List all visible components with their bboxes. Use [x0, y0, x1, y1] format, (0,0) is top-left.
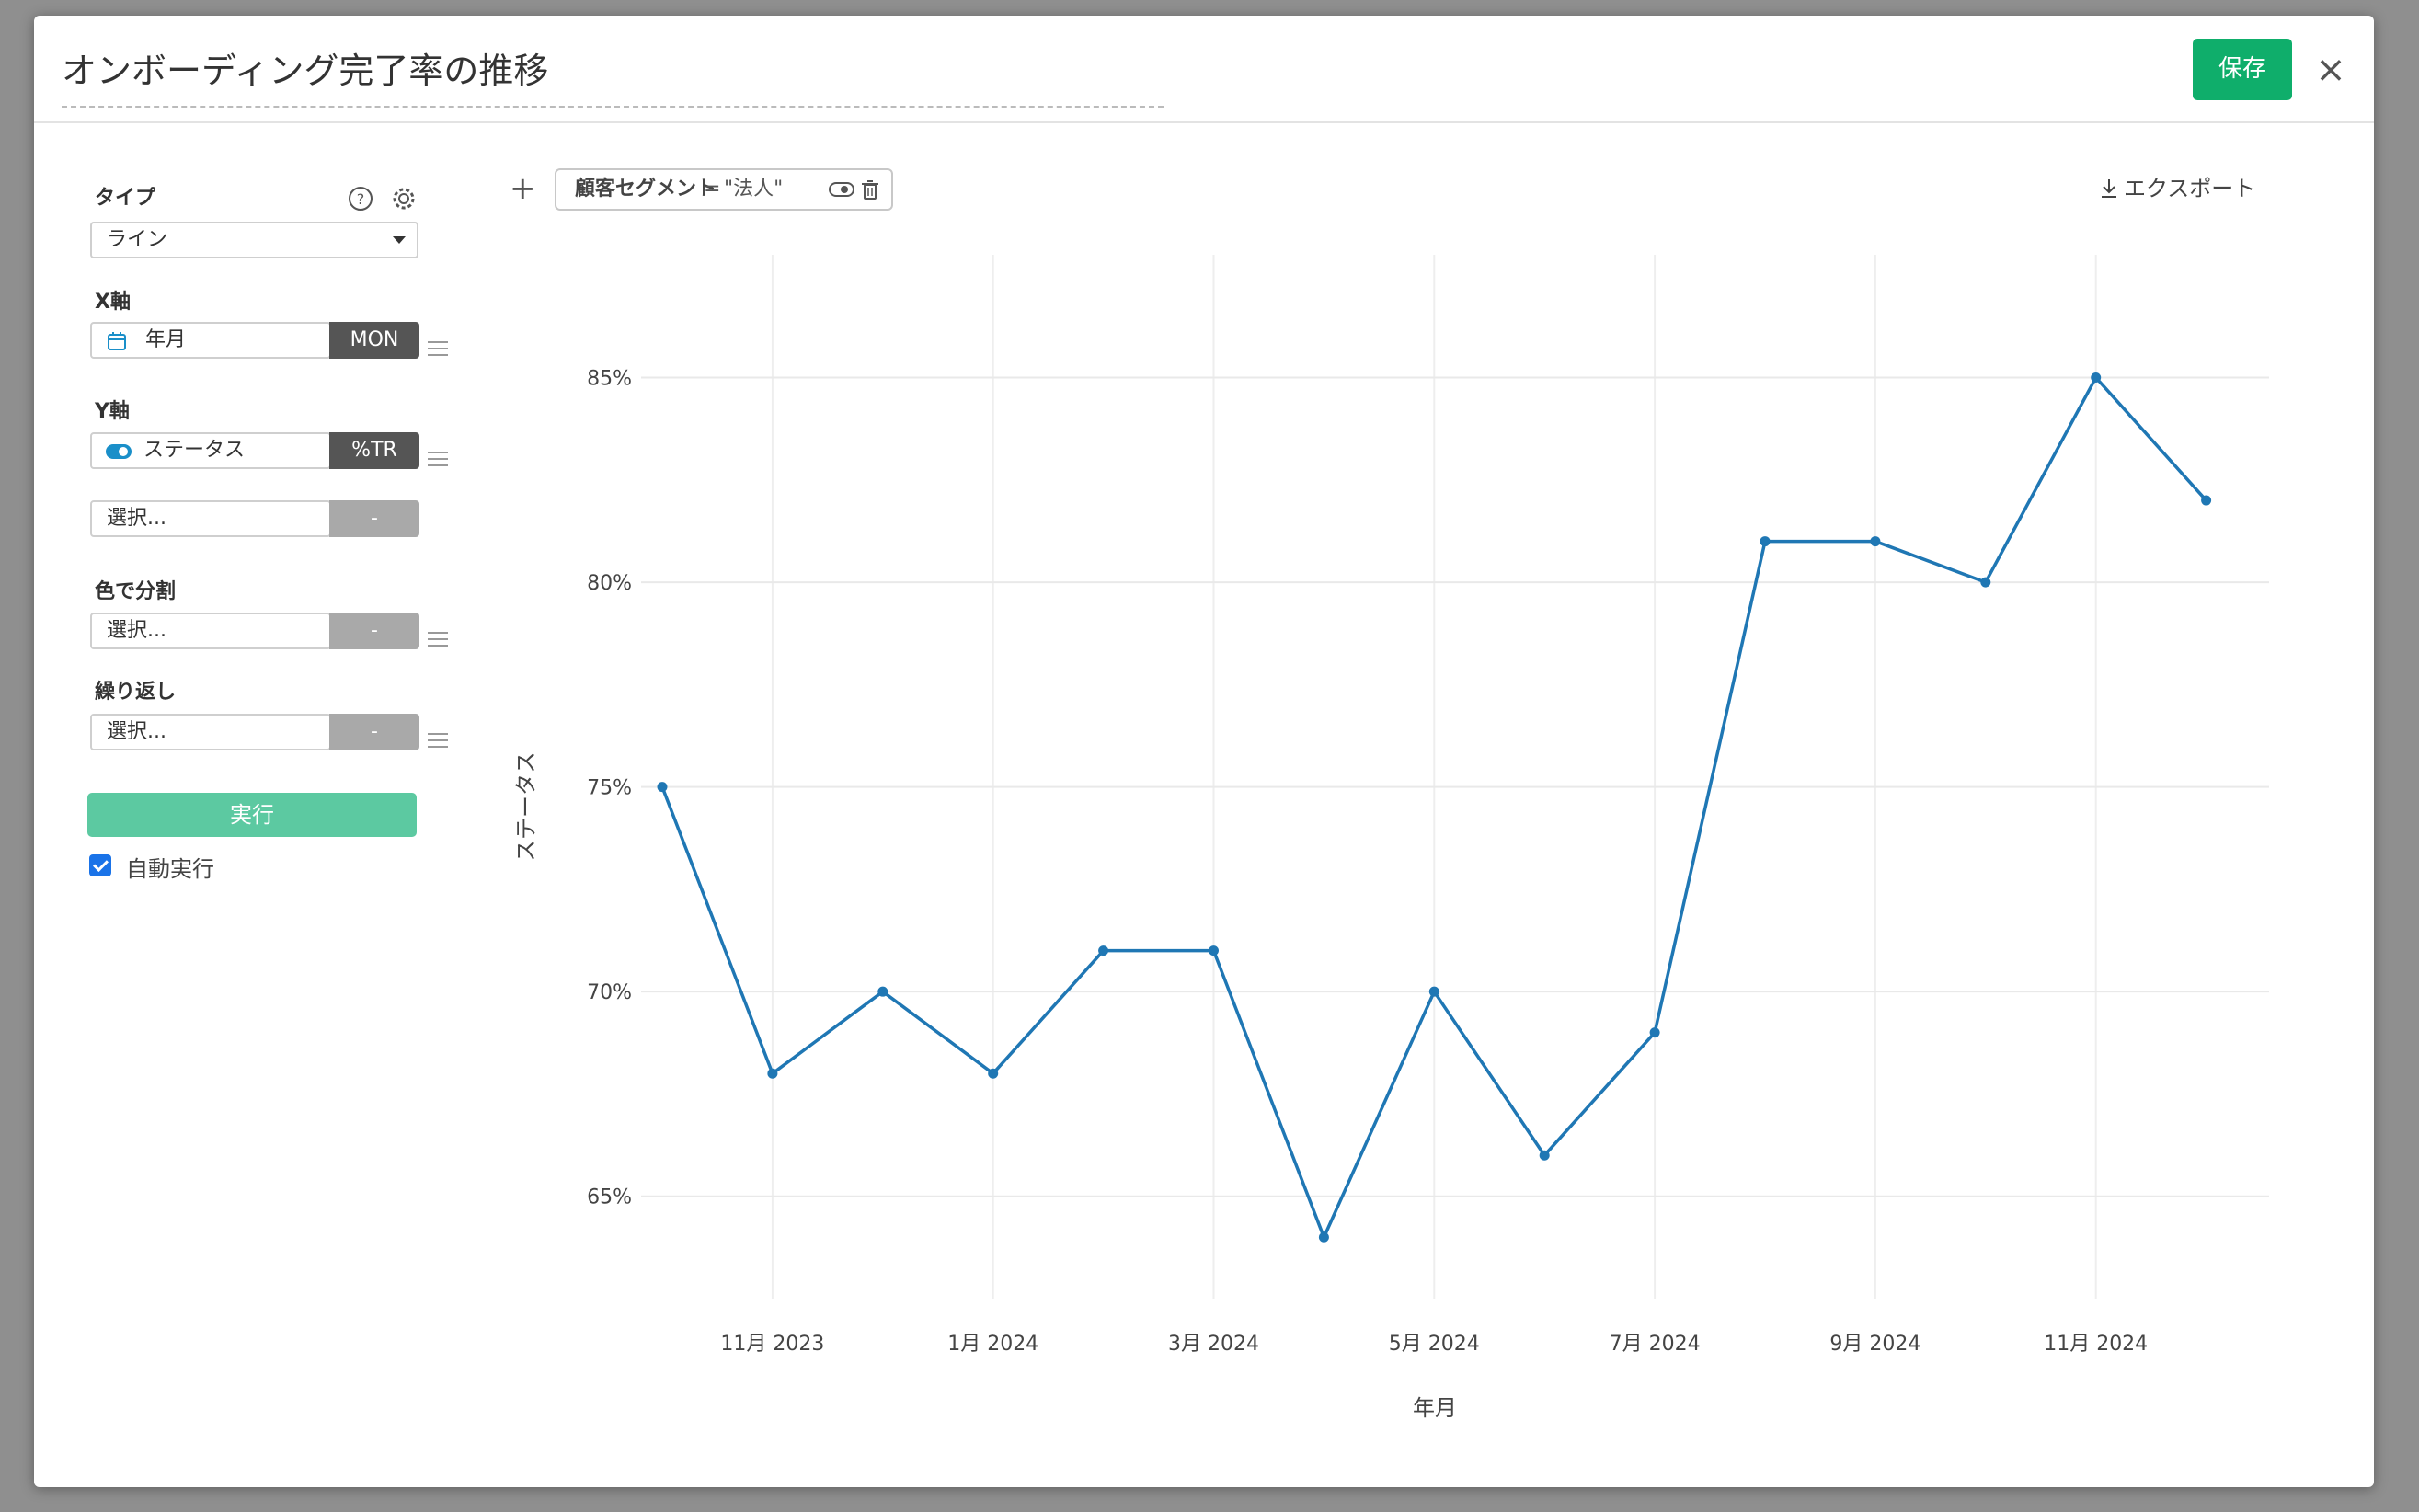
data-point[interactable]: [988, 1068, 999, 1079]
x-axis-title: 年月: [1413, 1395, 1457, 1421]
data-point[interactable]: [1209, 945, 1219, 956]
y-tick-label: 65%: [587, 1186, 632, 1209]
data-point[interactable]: [1870, 536, 1881, 547]
y-tick-label: 75%: [587, 777, 632, 800]
x-tick-label: 7月 2024: [1610, 1333, 1701, 1356]
data-point[interactable]: [1318, 1231, 1329, 1243]
x-tick-label: 5月 2024: [1389, 1333, 1480, 1356]
chart-editor-modal: オンボーディング完了率の推移 保存 × タイプ ? ライン X軸 年月 MON …: [34, 16, 2374, 1487]
y-tick-label: 70%: [587, 981, 632, 1004]
x-tick-label: 11月 2024: [2044, 1333, 2148, 1356]
line-chart: 65% 70% 75% 80% 85% 11月 2023 1月 2024 3月 2024 5月…: [513, 255, 2269, 1421]
y-tick-label: 85%: [587, 368, 632, 391]
y-axis-title: ステータス: [513, 751, 539, 862]
data-point[interactable]: [1649, 1027, 1660, 1038]
x-tick-label: 9月 2024: [1829, 1333, 1920, 1356]
x-gridlines: [771, 255, 2097, 1299]
data-point[interactable]: [657, 782, 668, 793]
data-point[interactable]: [1098, 945, 1109, 956]
data-point[interactable]: [877, 986, 888, 997]
x-tick-labels: 11月 2023 1月 2024 3月 2024 5月 2024 7月 2024 9月 2…: [720, 1333, 2148, 1356]
data-point[interactable]: [2201, 495, 2212, 506]
data-point[interactable]: [2091, 372, 2102, 384]
data-point[interactable]: [767, 1068, 778, 1079]
x-tick-label: 3月 2024: [1168, 1333, 1259, 1356]
x-tick-label: 1月 2024: [947, 1333, 1038, 1356]
data-point[interactable]: [1539, 1150, 1550, 1161]
data-point[interactable]: [1428, 986, 1439, 997]
y-tick-label: 80%: [587, 572, 632, 595]
y-tick-labels: 65% 70% 75% 80% 85%: [587, 368, 632, 1209]
data-point[interactable]: [1980, 577, 1991, 588]
x-tick-label: 11月 2023: [720, 1333, 824, 1356]
y-gridlines: [641, 376, 2269, 1197]
data-point[interactable]: [1760, 536, 1771, 547]
